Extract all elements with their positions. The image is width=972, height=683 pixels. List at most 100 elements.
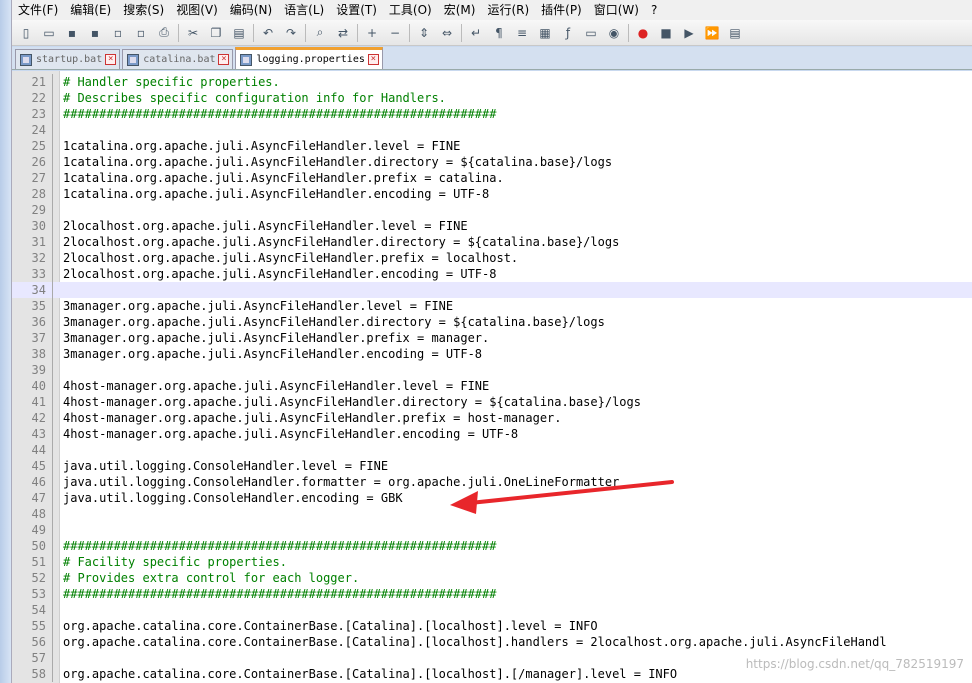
close-icon[interactable]: ▫ [108, 23, 128, 43]
menu-item-11[interactable]: 窗口(W) [588, 0, 645, 20]
line-text: ########################################… [63, 107, 497, 121]
code-line[interactable]: 45 java.util.logging.ConsoleHandler.level… [12, 458, 972, 474]
print-icon[interactable]: ⎙ [154, 23, 174, 43]
menu-item-9[interactable]: 运行(R) [481, 0, 535, 20]
code-line[interactable]: 47 java.util.logging.ConsoleHandler.encod… [12, 490, 972, 506]
zoom-in-icon[interactable]: + [362, 23, 382, 43]
fold-margin [52, 506, 53, 522]
doc-map-icon[interactable]: ▦ [535, 23, 555, 43]
editor-lines[interactable]: 21 # Handler specific properties. 22 # Desc… [12, 74, 972, 682]
line-text: 3manager.org.apache.juli.AsyncFileHandle… [63, 331, 490, 345]
code-line[interactable]: 38 3manager.org.apache.juli.AsyncFileHand… [12, 346, 972, 362]
indent-guide-icon[interactable]: ≡ [512, 23, 532, 43]
fold-margin [52, 234, 53, 250]
sync-h-icon[interactable]: ⇔ [437, 23, 457, 43]
fold-margin [52, 346, 53, 362]
open-file-icon[interactable]: ▭ [39, 23, 59, 43]
code-line[interactable]: 49 [12, 522, 972, 538]
menu-item-4[interactable]: 编码(N) [224, 0, 278, 20]
code-line[interactable]: 37 3manager.org.apache.juli.AsyncFileHand… [12, 330, 972, 346]
code-line[interactable]: 24 [12, 122, 972, 138]
code-line[interactable]: 52 # Provides extra control for each logg… [12, 570, 972, 586]
close-tab-icon[interactable]: × [367, 54, 379, 65]
menu-item-10[interactable]: 插件(P) [535, 0, 588, 20]
save-macro-icon[interactable]: ▤ [725, 23, 745, 43]
zoom-out-icon[interactable]: − [385, 23, 405, 43]
code-line[interactable]: 40 4host-manager.org.apache.juli.AsyncFil… [12, 378, 972, 394]
redo-icon[interactable]: ↷ [281, 23, 301, 43]
function-list-icon[interactable]: ƒ [558, 23, 578, 43]
code-line[interactable]: 46 java.util.logging.ConsoleHandler.forma… [12, 474, 972, 490]
code-line[interactable]: 29 [12, 202, 972, 218]
menu-item-6[interactable]: 设置(T) [330, 0, 383, 20]
code-line[interactable]: 31 2localhost.org.apache.juli.AsyncFileHa… [12, 234, 972, 250]
fold-margin [52, 282, 53, 298]
paste-icon[interactable]: ▤ [229, 23, 249, 43]
line-number: 52 [31, 571, 46, 585]
close-tab-icon[interactable]: × [218, 54, 230, 65]
code-line[interactable]: 44 [12, 442, 972, 458]
code-line[interactable]: 39 [12, 362, 972, 378]
line-number: 47 [31, 491, 46, 505]
folder-workspace-icon[interactable]: ▭ [581, 23, 601, 43]
code-line[interactable]: 30 2localhost.org.apache.juli.AsyncFileHa… [12, 218, 972, 234]
monitor-icon[interactable]: ◉ [604, 23, 624, 43]
menu-item-8[interactable]: 宏(M) [438, 0, 482, 20]
menu-item-1[interactable]: 编辑(E) [64, 0, 117, 20]
code-line[interactable]: 27 1catalina.org.apache.juli.AsyncFileHan… [12, 170, 972, 186]
close-tab-icon[interactable]: × [105, 54, 117, 65]
new-file-icon[interactable]: ▯ [16, 23, 36, 43]
code-line[interactable]: 22 # Describes specific configuration inf… [12, 90, 972, 106]
close-all-icon[interactable]: ▫ [131, 23, 151, 43]
code-line[interactable]: 56 org.apache.catalina.core.ContainerBase… [12, 634, 972, 650]
code-line[interactable]: 23 ######################################… [12, 106, 972, 122]
code-line[interactable]: 36 3manager.org.apache.juli.AsyncFileHand… [12, 314, 972, 330]
code-line[interactable]: 42 4host-manager.org.apache.juli.AsyncFil… [12, 410, 972, 426]
show-all-chars-icon[interactable]: ¶ [489, 23, 509, 43]
menu-item-5[interactable]: 语言(L) [278, 0, 330, 20]
code-line[interactable]: 53 ######################################… [12, 586, 972, 602]
code-line[interactable]: 25 1catalina.org.apache.juli.AsyncFileHan… [12, 138, 972, 154]
record-macro-icon[interactable]: ● [633, 23, 653, 43]
run-macro-multiple-icon[interactable]: ⏩ [702, 23, 722, 43]
text-editor[interactable]: 21 # Handler specific properties. 22 # Desc… [12, 71, 972, 683]
tab-catalina-bat[interactable]: catalina.bat × [122, 49, 234, 69]
menu-item-7[interactable]: 工具(O) [383, 0, 438, 20]
code-line[interactable]: 43 4host-manager.org.apache.juli.AsyncFil… [12, 426, 972, 442]
line-number: 22 [31, 91, 46, 105]
code-line[interactable]: 21 # Handler specific properties. [12, 74, 972, 90]
code-line[interactable]: 55 org.apache.catalina.core.ContainerBase… [12, 618, 972, 634]
stop-macro-icon[interactable]: ■ [656, 23, 676, 43]
cut-icon[interactable]: ✂ [183, 23, 203, 43]
fold-margin [52, 602, 53, 618]
copy-icon[interactable]: ❐ [206, 23, 226, 43]
find-icon[interactable]: ⌕ [310, 23, 330, 43]
play-macro-icon[interactable]: ▶ [679, 23, 699, 43]
code-line[interactable]: 35 3manager.org.apache.juli.AsyncFileHand… [12, 298, 972, 314]
code-line[interactable]: 54 [12, 602, 972, 618]
fold-margin [52, 170, 53, 186]
code-line[interactable]: 51 # Facility specific properties. [12, 554, 972, 570]
menu-item-2[interactable]: 搜索(S) [117, 0, 170, 20]
code-line[interactable]: 33 2localhost.org.apache.juli.AsyncFileHa… [12, 266, 972, 282]
line-number: 56 [31, 635, 46, 649]
save-icon[interactable]: ▪ [62, 23, 82, 43]
undo-icon[interactable]: ↶ [258, 23, 278, 43]
menu-item-12[interactable]: ? [645, 0, 663, 20]
file-icon [20, 53, 32, 66]
code-line[interactable]: 41 4host-manager.org.apache.juli.AsyncFil… [12, 394, 972, 410]
tab-logging-properties[interactable]: logging.properties × [235, 47, 383, 69]
code-line[interactable]: 26 1catalina.org.apache.juli.AsyncFileHan… [12, 154, 972, 170]
menu-item-0[interactable]: 文件(F) [12, 0, 64, 20]
code-line[interactable]: 34 [12, 282, 972, 298]
code-line[interactable]: 32 2localhost.org.apache.juli.AsyncFileHa… [12, 250, 972, 266]
code-line[interactable]: 28 1catalina.org.apache.juli.AsyncFileHan… [12, 186, 972, 202]
tab-startup-bat[interactable]: startup.bat × [15, 49, 121, 69]
code-line[interactable]: 50 ######################################… [12, 538, 972, 554]
sync-v-icon[interactable]: ⇕ [414, 23, 434, 43]
menu-item-3[interactable]: 视图(V) [170, 0, 224, 20]
save-all-icon[interactable]: ▪ [85, 23, 105, 43]
code-line[interactable]: 48 [12, 506, 972, 522]
replace-icon[interactable]: ⇄ [333, 23, 353, 43]
wrap-icon[interactable]: ↵ [466, 23, 486, 43]
